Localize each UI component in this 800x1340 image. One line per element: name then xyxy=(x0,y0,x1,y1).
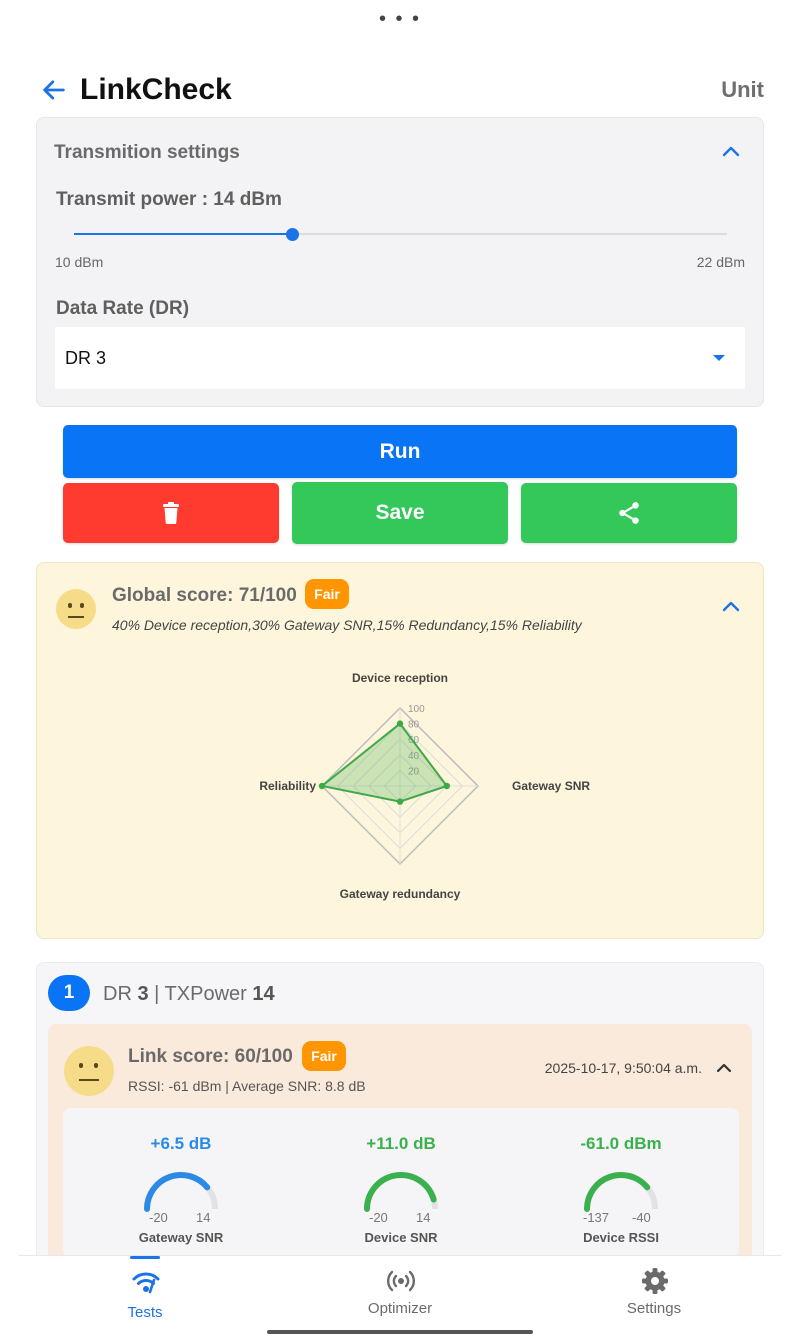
neutral-face-icon xyxy=(64,1046,114,1096)
radar-axis-label: Gateway redundancy xyxy=(340,887,461,901)
nav-label-settings: Settings xyxy=(626,1300,682,1317)
app-header: LinkCheck Unit xyxy=(36,68,764,112)
metric-value: +6.5 dB xyxy=(150,1134,212,1153)
link-score-title: Link score: 60/100 xyxy=(128,1046,293,1067)
bottom-navigation: Tests Optimizer Settings xyxy=(18,1255,782,1340)
dr-value: 3 xyxy=(137,983,149,1005)
run-button[interactable]: Run xyxy=(63,425,737,478)
test-result-card: 1 DR 3 | TXPower 14 Link score: 60/100 F… xyxy=(36,962,764,1264)
metric-value: -61.0 dBm xyxy=(580,1134,662,1153)
power-min-label: 10 dBm xyxy=(55,254,104,270)
data-rate-value: DR 3 xyxy=(65,347,107,368)
nav-tab-tests[interactable]: Tests xyxy=(18,1256,272,1340)
gauge-fill xyxy=(144,1172,211,1212)
trash-icon xyxy=(163,502,179,524)
nav-label-optimizer: Optimizer xyxy=(367,1300,433,1317)
gauge-max-label: -40 xyxy=(632,1210,651,1225)
gauge-min-label: -20 xyxy=(149,1210,168,1225)
radar-axis-label: Gateway SNR xyxy=(512,779,590,793)
neutral-face-icon xyxy=(56,589,96,629)
radar-point xyxy=(396,720,404,727)
global-score-title: Global score: 71/100 xyxy=(112,585,297,606)
share-icon xyxy=(619,502,639,524)
gauge-device-snr xyxy=(364,1172,438,1212)
dropdown-arrow-icon xyxy=(713,355,725,361)
metric-label: Device SNR xyxy=(364,1230,438,1245)
metric-value: +11.0 dB xyxy=(366,1134,436,1153)
radar-chart: 20406080100Device receptionGateway SNRGa… xyxy=(259,671,590,901)
gauge-fill xyxy=(364,1172,437,1212)
data-rate-select[interactable]: DR 3 xyxy=(55,327,745,389)
share-button[interactable] xyxy=(521,483,737,543)
tx-prefix: TXPower xyxy=(164,983,247,1005)
test-config-line: DR 3 | TXPower 14 xyxy=(103,983,275,1006)
unit-button[interactable]: Unit xyxy=(721,77,764,103)
global-score-card: Global score: 71/100 Fair 40% Device rec… xyxy=(36,562,764,939)
page-title: LinkCheck xyxy=(80,73,232,106)
gauge-track xyxy=(144,1172,218,1210)
chevron-up-icon[interactable] xyxy=(719,140,743,164)
gauge-max-label: 14 xyxy=(416,1210,431,1225)
radar-point xyxy=(318,782,326,790)
radar-axis-label: Reliability xyxy=(259,779,316,793)
more-options-icon[interactable]: • • • xyxy=(0,8,800,31)
score-weights-text: 40% Device reception,30% Gateway SNR,15%… xyxy=(112,617,582,633)
back-button[interactable] xyxy=(36,72,72,108)
slider-fill xyxy=(74,233,292,235)
slider-thumb[interactable] xyxy=(285,228,299,241)
global-score-badge: Fair xyxy=(305,579,349,609)
chevron-up-icon[interactable] xyxy=(712,1056,736,1080)
radar-point xyxy=(396,798,404,805)
gauge-fill xyxy=(584,1172,651,1212)
metric-label: Device RSSI xyxy=(583,1230,659,1245)
chevron-up-icon[interactable] xyxy=(719,595,743,619)
gauge-track xyxy=(584,1172,658,1210)
transmit-power-slider[interactable] xyxy=(74,228,727,241)
nav-label-tests: Tests xyxy=(127,1304,163,1321)
gauge-min-label: -137 xyxy=(583,1210,610,1225)
active-tab-indicator xyxy=(130,1256,160,1259)
test-timestamp: 2025-10-17, 9:50:04 a.m. xyxy=(544,1060,702,1076)
gauge-gateway-snr xyxy=(144,1172,218,1212)
nav-tab-settings[interactable]: Settings xyxy=(527,1256,781,1340)
radar-axis-label: Device reception xyxy=(352,671,448,685)
transmit-power-label: Transmit power : 14 dBm xyxy=(56,189,282,210)
radar-point xyxy=(443,782,450,790)
delete-button[interactable] xyxy=(63,483,279,543)
signal-test-icon xyxy=(132,1272,160,1294)
transmission-settings-card: Transmition settings Transmit power : 14… xyxy=(36,117,764,407)
gauge-max-label: 14 xyxy=(196,1210,211,1225)
device-rssi-metric: -61.0 dBm -137 -40 Device RSSI xyxy=(511,1108,731,1258)
radar-tick-label: 80 xyxy=(408,720,420,731)
radio-waves-icon xyxy=(387,1270,415,1292)
metric-label: Gateway SNR xyxy=(138,1230,224,1245)
test-index-badge: 1 xyxy=(48,975,90,1011)
link-score-badge: Fair xyxy=(302,1041,346,1071)
gauge-min-label: -20 xyxy=(369,1210,388,1225)
gauge-track xyxy=(364,1172,438,1210)
rssi-snr-summary: RSSI: -61 dBm | Average SNR: 8.8 dB xyxy=(128,1078,366,1094)
radar-tick-label: 100 xyxy=(408,704,425,715)
data-rate-label: Data Rate (DR) xyxy=(56,298,190,319)
separator: | xyxy=(154,983,160,1005)
arrow-left-icon xyxy=(43,80,65,100)
metrics-panel: +6.5 dB -20 14 Gateway SNR +11.0 dB -20 … xyxy=(63,1108,739,1258)
gear-icon xyxy=(642,1268,668,1294)
tx-value: 14 xyxy=(252,983,275,1005)
save-button[interactable]: Save xyxy=(292,482,508,544)
gauge-device-rssi xyxy=(584,1172,658,1212)
gateway-snr-metric: +6.5 dB -20 14 Gateway SNR xyxy=(71,1108,291,1258)
nav-tab-optimizer[interactable]: Optimizer xyxy=(273,1256,527,1340)
home-indicator xyxy=(267,1330,533,1334)
device-snr-metric: +11.0 dB -20 14 Device SNR xyxy=(291,1108,511,1258)
dr-prefix: DR xyxy=(103,983,132,1005)
link-score-card: Link score: 60/100 Fair RSSI: -61 dBm | … xyxy=(48,1024,752,1264)
transmission-settings-title: Transmition settings xyxy=(54,142,240,163)
power-max-label: 22 dBm xyxy=(696,254,745,270)
